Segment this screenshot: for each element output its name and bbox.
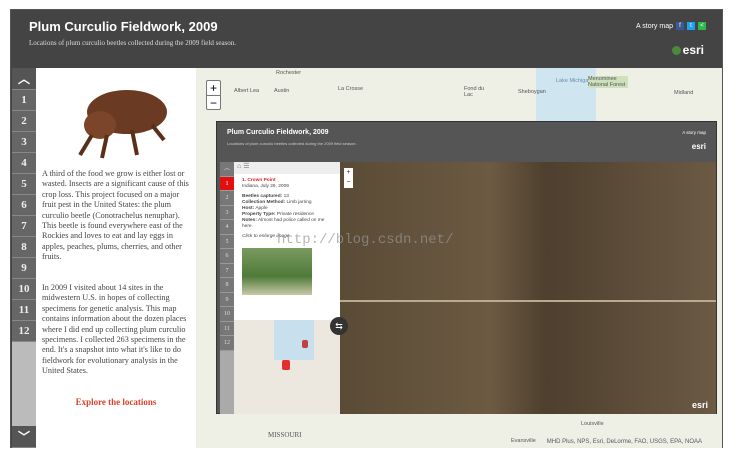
nav-item-5[interactable]: 5 [12,174,36,195]
home-icon: ⌂ [237,163,242,170]
inset-detail-panel: ⌂ ☰ 1. Crown Point Indiana, July 26, 200… [234,162,340,414]
inset-esri-watermark: esri [691,400,708,410]
inset-minimap [234,320,340,414]
intro-paragraph-1: A third of the food we grow is either lo… [42,169,189,262]
location-subtitle: Indiana, July 26, 2009 [242,184,289,189]
map-label: La Crosse [338,86,364,92]
page-title: Plum Curculio Fieldwork, 2009 [29,19,218,34]
map-label: Louisville [581,421,604,427]
map-attribution: MHD Plus, NPS, Esri, DeLorme, FAO, USGS,… [546,439,702,445]
field-key: Property Type: [242,212,276,217]
facebook-icon[interactable]: f [676,22,684,30]
inset-screenshot: Plum Curculio Fieldwork, 2009 Locations … [216,121,717,414]
nav-up-button[interactable]: ︿ [12,68,36,90]
nav-item-1[interactable]: 1 [12,90,36,111]
map-label: Austin [274,88,290,94]
map-label: Lake Michigan [556,78,592,84]
nav-down-button[interactable]: ﹀ [12,426,36,448]
nav-item-12[interactable]: 12 [12,321,36,342]
intro-panel: A third of the food we grow is either lo… [36,68,196,448]
zoom-in-button[interactable]: + [207,81,220,96]
inset-nav-item: 6 [220,249,234,264]
story-map-links: A story map f t < [636,22,706,30]
intro-paragraph-2: In 2009 I visited about 14 sites in the … [42,283,187,376]
inset-zoom-control: + − [344,168,353,188]
map-label: Fond du Lac [464,86,485,98]
beetle-image [78,90,167,159]
inset-subtitle: Locations of plum curculio beetles colle… [227,141,357,146]
tree-photo [242,248,312,295]
main-map[interactable]: Rochester Albert Lea Austin La Crosse Fo… [196,68,722,448]
inset-nav-item: 11 [220,321,234,336]
nav-item-10[interactable]: 10 [12,279,36,300]
explore-link[interactable]: Explore the locations [36,397,196,407]
field-value: Private residence [276,212,314,217]
field-value: 13 [283,194,289,199]
zoom-control: + − [206,80,221,110]
location-pin-icon [282,360,290,370]
field-key: Beetles captured: [242,194,283,199]
inset-nav-item: 1 [220,176,234,191]
inset-title: Plum Curculio Fieldwork, 2009 [227,129,329,136]
map-label: Evansville [511,438,536,444]
field-value: Limb jarring [286,200,312,205]
location-pin-icon [302,340,308,348]
section-nav: ︿ 1 2 3 4 5 6 7 8 9 10 11 12 ﹀ [12,68,36,448]
field-value: Apple [255,206,268,211]
inset-nav: ︿ 1 2 3 4 5 6 7 8 9 10 11 12 [220,162,234,414]
inset-nav-item: 5 [220,234,234,249]
esri-logo[interactable]: esri [671,43,704,57]
inset-nav-item: 3 [220,205,234,220]
inset-nav-item: 2 [220,191,234,206]
field-key: Host: [242,206,255,211]
inset-nav-item: 8 [220,278,234,293]
nav-item-2[interactable]: 2 [12,111,36,132]
map-label: MISSOURI [268,431,302,439]
map-label: Sheboygan [518,89,546,95]
page-subtitle: Locations of plum curculio beetles colle… [29,39,237,47]
nav-item-3[interactable]: 3 [12,132,36,153]
list-icon: ☰ [243,163,250,170]
zoom-out-button[interactable]: − [207,96,220,110]
lake-michigan [536,68,596,123]
inset-nav-item: 4 [220,220,234,235]
nav-item-7[interactable]: 7 [12,216,36,237]
inset-nav-up: ︿ [220,162,234,177]
header: Plum Curculio Fieldwork, 2009 Locations … [11,10,722,68]
swap-icon: ⇆ [330,317,348,335]
nav-item-6[interactable]: 6 [12,195,36,216]
nav-item-9[interactable]: 9 [12,258,36,279]
map-label: Midland [674,90,694,96]
map-label: Albert Lea [234,88,260,94]
nav-item-4[interactable]: 4 [12,153,36,174]
road [340,300,716,302]
inset-story-map: A story map [682,130,706,135]
inset-esri-logo: esri [691,142,706,151]
inset-toolbar: ⌂ ☰ [234,162,340,174]
globe-icon [671,45,681,55]
share-icon[interactable]: < [698,22,706,30]
inset-nav-item: 12 [220,336,234,351]
inset-header: Plum Curculio Fieldwork, 2009 Locations … [217,122,716,162]
field-key: Notes: [242,218,257,223]
field-key: Collection Method: [242,200,286,205]
story-map-label[interactable]: A story map [636,23,673,30]
inset-nav-item: 9 [220,292,234,307]
nav-item-8[interactable]: 8 [12,237,36,258]
satellite-view: + − esri [340,162,716,414]
nav-item-11[interactable]: 11 [12,300,36,321]
map-label: Rochester [276,70,302,76]
watermark: http://blog.csdn.net/ [277,232,454,248]
twitter-icon[interactable]: t [687,22,695,30]
story-map-app: Plum Curculio Fieldwork, 2009 Locations … [10,9,723,448]
inset-nav-item: 7 [220,263,234,278]
inset-nav-item: 10 [220,307,234,322]
lake-shape [274,320,314,360]
map-label: Menominee National Forest [588,76,628,88]
